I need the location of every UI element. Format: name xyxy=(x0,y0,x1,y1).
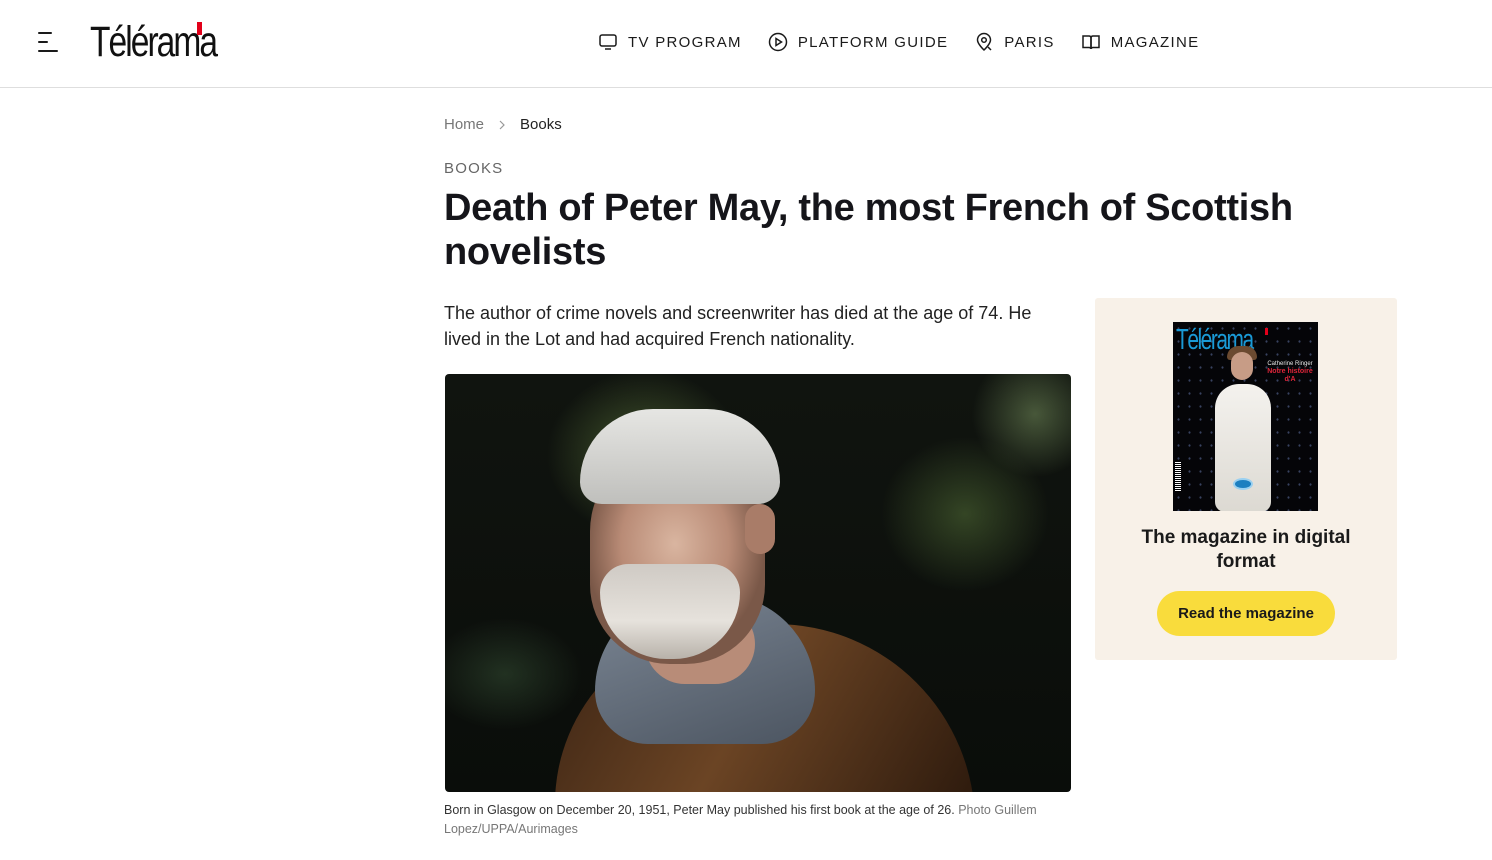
nav-item-paris[interactable]: PARIS xyxy=(974,32,1054,52)
barcode xyxy=(1175,462,1181,492)
read-magazine-button[interactable]: Read the magazine xyxy=(1157,591,1335,636)
nav-item-magazine[interactable]: MAGAZINE xyxy=(1081,32,1200,52)
site-header: Télérama TV PROGRAM PLATFORM GUIDE PARIS… xyxy=(0,0,1492,88)
photo-caption: Born in Glasgow on December 20, 1951, Pe… xyxy=(444,801,1064,839)
logo-accent-mark xyxy=(197,22,202,35)
nav-item-platform-guide[interactable]: PLATFORM GUIDE xyxy=(768,32,948,52)
nav-item-label: MAGAZINE xyxy=(1110,33,1200,51)
magazine-cover-image[interactable]: Télérama Catherine Ringer Notre histoire… xyxy=(1173,322,1318,511)
cover-headline: Catherine Ringer Notre histoire d'A xyxy=(1267,361,1313,383)
tv-icon xyxy=(599,34,617,50)
breadcrumb-current: Books xyxy=(520,116,562,133)
article-lede: The author of crime novels and screenwri… xyxy=(444,303,1032,349)
caption-text: Born in Glasgow on December 20, 1951, Pe… xyxy=(444,803,955,817)
breadcrumb: Home Books xyxy=(444,116,562,133)
chevron-right-icon xyxy=(499,120,505,129)
nav-item-label: TV PROGRAM xyxy=(628,33,742,51)
main-nav: TV PROGRAM PLATFORM GUIDE PARIS MAGAZINE xyxy=(598,30,1225,54)
nav-item-label: PARIS xyxy=(1004,33,1055,51)
article-section-kicker[interactable]: BOOKS xyxy=(444,160,503,177)
play-circle-icon xyxy=(768,32,788,52)
nav-item-tv-program[interactable]: TV PROGRAM xyxy=(598,32,742,52)
map-pin-icon xyxy=(977,32,992,52)
nav-item-label: PLATFORM GUIDE xyxy=(797,33,949,51)
menu-icon[interactable] xyxy=(38,31,60,53)
promo-title: The magazine in digital format xyxy=(1141,527,1351,572)
open-book-icon xyxy=(1081,35,1100,50)
article-title: Death of Peter May, the most French of S… xyxy=(444,187,1293,273)
breadcrumb-home-link[interactable]: Home xyxy=(444,116,484,133)
magazine-promo: Télérama Catherine Ringer Notre histoire… xyxy=(1095,298,1397,660)
eye-icon xyxy=(1233,478,1253,490)
article-photo xyxy=(445,374,1071,792)
